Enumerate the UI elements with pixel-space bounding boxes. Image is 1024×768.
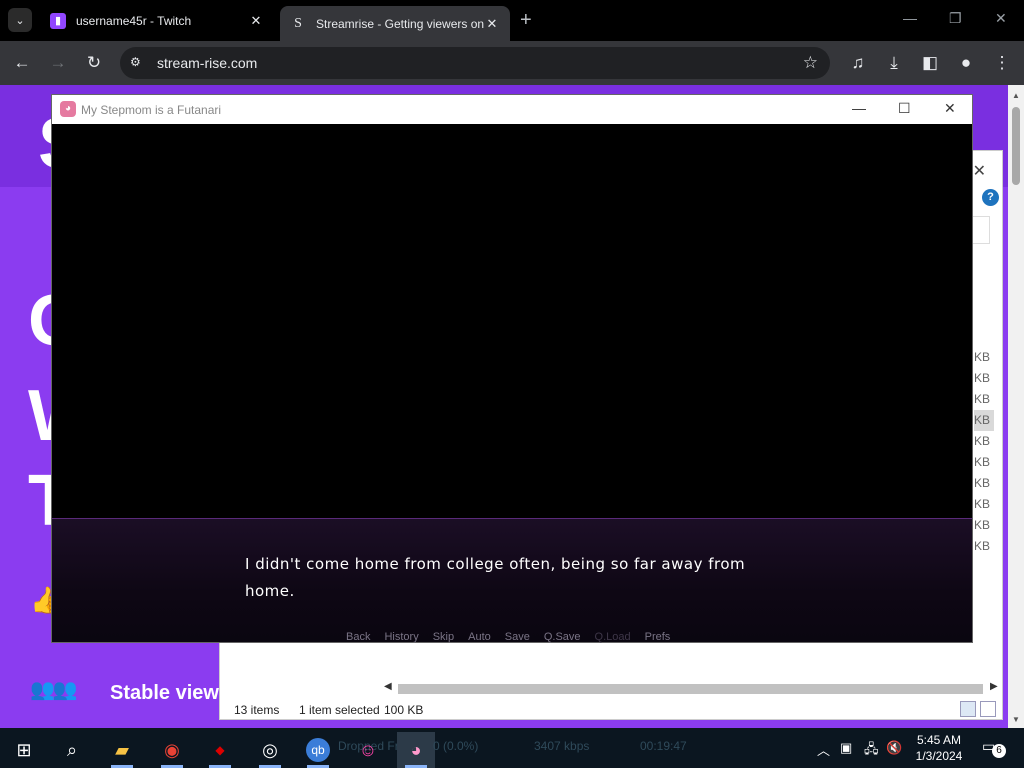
twitch-icon: ▮ bbox=[50, 12, 66, 29]
scrollbar-thumb[interactable] bbox=[1012, 107, 1020, 185]
volume-muted-icon[interactable]: 🔇 bbox=[886, 740, 902, 756]
quick-menu-skip[interactable]: Skip bbox=[433, 631, 454, 643]
obs-dropped-value: 0 (0.0%) bbox=[433, 739, 479, 753]
forward-icon[interactable]: → bbox=[47, 52, 69, 74]
status-bar: 13 items 1 item selected 100 KB bbox=[220, 699, 1002, 719]
scroll-right-icon[interactable]: ▶ bbox=[990, 681, 998, 692]
side-panel-icon[interactable]: ◧ bbox=[919, 52, 941, 74]
game-titlebar: ◕ My Stepmom is a Futanari — ☐ ✕ bbox=[52, 95, 972, 124]
minimize-icon[interactable]: — bbox=[903, 10, 917, 26]
item-count: 13 items bbox=[234, 703, 280, 717]
minimize-icon[interactable]: — bbox=[852, 100, 866, 116]
obs-bitrate: 3407 kbps bbox=[534, 739, 590, 753]
file-size-cell: KB bbox=[974, 455, 991, 469]
anime-app-icon[interactable]: ☺ bbox=[349, 732, 387, 768]
view-toggle bbox=[960, 699, 998, 719]
search-icon[interactable]: ⌕ bbox=[53, 732, 91, 768]
quick-menu-prefs[interactable]: Prefs bbox=[645, 631, 671, 643]
streamrise-favicon: S bbox=[294, 15, 302, 31]
quick-menu-qsave[interactable]: Q.Save bbox=[544, 631, 581, 643]
download-icon[interactable]: ⤓ bbox=[883, 52, 905, 74]
new-tab-button[interactable]: + bbox=[520, 9, 532, 32]
maximize-icon[interactable]: ☐ bbox=[898, 100, 911, 117]
qbittorrent-icon[interactable]: qb bbox=[299, 732, 337, 768]
obs-stream-time: 00:19:47 bbox=[640, 739, 687, 753]
large-icons-view-icon[interactable] bbox=[980, 701, 996, 717]
app-icon[interactable]: ◆ bbox=[201, 732, 239, 768]
menu-icon[interactable]: ⋮ bbox=[991, 52, 1013, 74]
reload-icon[interactable]: ↻ bbox=[83, 52, 105, 74]
game-taskbar-icon[interactable]: ◕ bbox=[397, 732, 435, 768]
file-size-cell: KB bbox=[974, 350, 991, 364]
tab-title: username45r - Twitch bbox=[76, 13, 192, 28]
clock-time: 5:45 AM bbox=[916, 733, 962, 747]
scroll-up-icon[interactable]: ▲ bbox=[1012, 91, 1020, 100]
scrollbar-thumb[interactable] bbox=[398, 684, 983, 694]
file-size-cell: KB bbox=[974, 410, 994, 431]
media-control-icon[interactable]: ♫ bbox=[847, 52, 869, 74]
quick-menu-auto[interactable]: Auto bbox=[468, 631, 491, 643]
clock[interactable]: 5:45 AM 1/3/2024 bbox=[910, 732, 968, 764]
chevron-up-icon[interactable]: ︿ bbox=[817, 740, 830, 759]
quick-menu-back[interactable]: Back bbox=[346, 631, 370, 643]
address-bar[interactable]: ⚙ stream-rise.com ☆ bbox=[120, 47, 830, 79]
file-explorer-icon[interactable]: ▰ bbox=[103, 732, 141, 768]
bookmark-star-icon[interactable]: ☆ bbox=[803, 53, 818, 73]
close-tab-icon[interactable]: ✕ bbox=[484, 16, 500, 32]
page-scrollbar[interactable]: ▲ ▼ bbox=[1008, 85, 1024, 728]
horizontal-scrollbar[interactable]: ◀ ▶ bbox=[382, 681, 1002, 697]
scroll-left-icon[interactable]: ◀ bbox=[384, 681, 392, 692]
file-size-cell: KB bbox=[974, 518, 991, 532]
obs-icon[interactable]: ◎ bbox=[251, 732, 289, 768]
back-icon[interactable]: ← bbox=[11, 52, 33, 74]
file-size-cell: KB bbox=[974, 434, 991, 448]
quick-menu-qload[interactable]: Q.Load bbox=[595, 631, 631, 643]
network-icon[interactable]: 🖧 bbox=[864, 740, 879, 762]
quick-menu-history[interactable]: History bbox=[384, 631, 418, 643]
url-text: stream-rise.com bbox=[157, 55, 258, 71]
close-icon[interactable]: ✕ bbox=[973, 161, 986, 181]
tab-strip: ⌄ ▮ username45r - Twitch ✕ S Streamrise … bbox=[0, 0, 1024, 41]
tab-title: Streamrise - Getting viewers on bbox=[316, 16, 484, 31]
restore-icon[interactable]: ❐ bbox=[949, 10, 962, 27]
file-size-cell: KB bbox=[974, 539, 991, 553]
close-window-icon[interactable]: ✕ bbox=[995, 10, 1007, 27]
file-size-cell: KB bbox=[974, 497, 991, 511]
audience-icon: 👥👥 bbox=[30, 679, 78, 701]
file-size-cell: KB bbox=[974, 371, 991, 385]
clock-date: 1/3/2024 bbox=[915, 749, 963, 763]
notification-count: 6 bbox=[992, 744, 1006, 758]
selection-count: 1 item selected bbox=[299, 703, 380, 717]
game-window: ◕ My Stepmom is a Futanari — ☐ ✕ I didn'… bbox=[51, 94, 973, 643]
dialogue-text: I didn't come home from college often, b… bbox=[245, 555, 746, 600]
file-size-cell: KB bbox=[974, 476, 991, 490]
window-title: My Stepmom is a Futanari bbox=[81, 103, 222, 117]
tab-twitch[interactable]: ▮ username45r - Twitch ✕ bbox=[40, 6, 274, 35]
profile-icon[interactable]: ● bbox=[955, 52, 977, 74]
tab-streamrise[interactable]: S Streamrise - Getting viewers on ✕ bbox=[280, 6, 510, 41]
feature-stable-viewers: Stable view bbox=[110, 682, 219, 704]
close-tab-icon[interactable]: ✕ bbox=[248, 13, 264, 29]
windows-start-icon[interactable]: ⊞ bbox=[5, 732, 43, 768]
help-icon[interactable]: ? bbox=[982, 189, 999, 206]
game-app-icon: ◕ bbox=[60, 101, 76, 117]
tab-search-button[interactable]: ⌄ bbox=[8, 8, 32, 32]
selection-size: 100 KB bbox=[384, 703, 424, 717]
game-stage[interactable]: I didn't come home from college often, b… bbox=[52, 124, 972, 643]
site-info-icon[interactable]: ⚙ bbox=[130, 55, 146, 71]
scroll-down-icon[interactable]: ▼ bbox=[1012, 715, 1020, 724]
quick-menu-save[interactable]: Save bbox=[505, 631, 530, 643]
chevron-down-icon: ⌄ bbox=[15, 14, 25, 27]
tray-app-icon[interactable]: ▣ bbox=[840, 740, 852, 756]
close-icon[interactable]: ✕ bbox=[944, 100, 956, 117]
chrome-icon[interactable]: ◉ bbox=[153, 732, 191, 768]
browser-toolbar: ← → ↻ ⚙ stream-rise.com ☆ ♫ ⤓ ◧ ● ⋮ bbox=[0, 41, 1024, 85]
notification-icon[interactable]: ▭ 6 bbox=[982, 738, 1006, 758]
quick-menu: Back History Skip Auto Save Q.Save Q.Loa… bbox=[346, 631, 684, 643]
dialogue-box[interactable]: I didn't come home from college often, b… bbox=[52, 518, 972, 643]
size-column: KB KB KB KB KB KB KB KB KB KB bbox=[974, 347, 994, 557]
taskbar: ⊞ ⌕ ▰ ◉ ◆ ◎ qb Dropped Fr ☺ ◕ 0 (0.0%) 3… bbox=[0, 728, 1024, 768]
details-view-icon[interactable] bbox=[960, 701, 976, 717]
file-size-cell: KB bbox=[974, 392, 991, 406]
